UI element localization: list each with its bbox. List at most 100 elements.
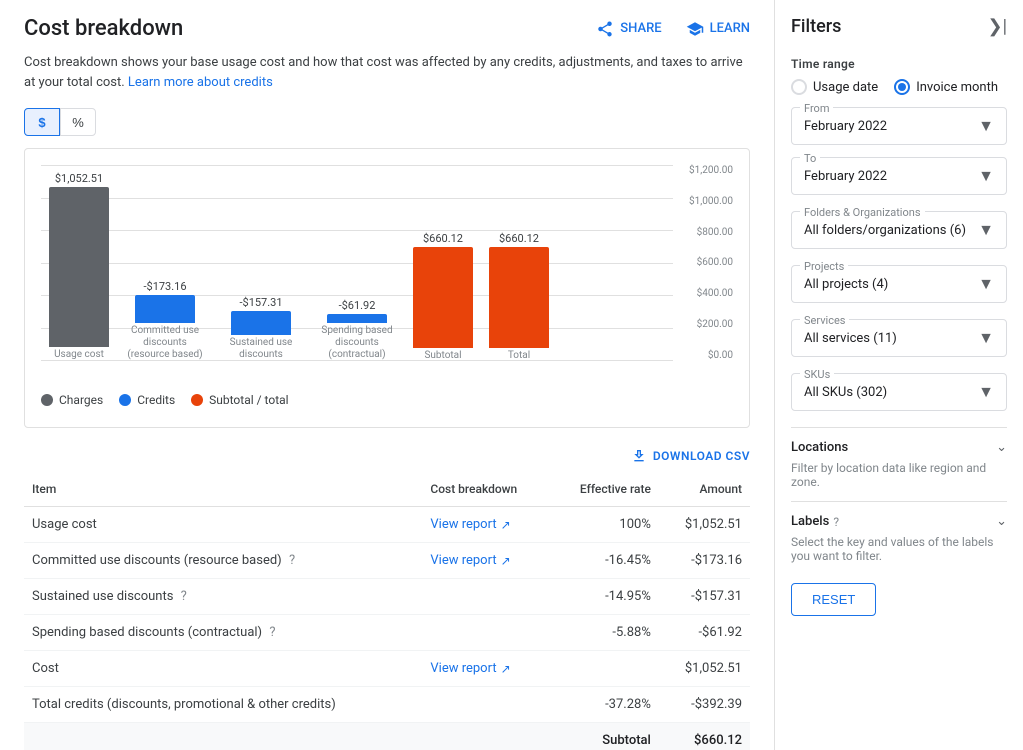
- services-chevron-icon: ▼: [978, 328, 994, 348]
- learn-button[interactable]: LEARN: [686, 20, 750, 38]
- help-icon-committed: ?: [289, 553, 295, 568]
- from-dropdown[interactable]: February 2022 ▼: [804, 116, 994, 136]
- locations-desc: Filter by location data like region and …: [791, 461, 1007, 489]
- credits-label: Credits: [137, 393, 175, 407]
- usage-date-circle: [791, 79, 807, 95]
- table-row: Cost View report ↗ $1,052.51: [24, 651, 750, 687]
- cost-table: Item Cost breakdown Effective rate Amoun…: [24, 472, 750, 750]
- invoice-month-label: Invoice month: [916, 80, 998, 95]
- y-axis: $1,200.00 $1,000.00 $800.00 $600.00 $400…: [677, 165, 733, 385]
- folders-chevron-icon: ▼: [978, 220, 994, 240]
- close-sidebar-button[interactable]: ❯|: [988, 16, 1007, 37]
- view-report-link-2[interactable]: View report ↗: [430, 553, 510, 568]
- download-label: DOWNLOAD CSV: [653, 449, 750, 463]
- rate-committed: -16.45%: [551, 543, 659, 579]
- amount-sustained: -$157.31: [659, 579, 750, 615]
- cb-usage-cost: View report ↗: [422, 507, 550, 543]
- page-title: Cost breakdown: [24, 16, 183, 41]
- amount-spending: -$61.92: [659, 615, 750, 651]
- bar-usage-cost-fill: [49, 187, 109, 347]
- to-label: To: [800, 152, 820, 165]
- projects-dropdown[interactable]: All projects (4) ▼: [804, 274, 994, 294]
- subtotal-label: Subtotal: [551, 723, 659, 750]
- subtotal-empty-1: [24, 723, 422, 750]
- cb-sustained: [422, 579, 550, 615]
- locations-chevron-icon: ⌄: [996, 440, 1007, 455]
- bar-sustained: -$157.31 Sustained use discounts: [221, 296, 301, 361]
- learn-more-link[interactable]: Learn more about credits: [128, 75, 273, 90]
- bar-committed: -$173.16 Committed use discounts (resour…: [125, 280, 205, 361]
- chart-container: $1,052.51 Usage cost -$173.16 Committed …: [24, 148, 750, 428]
- col-cost-breakdown: Cost breakdown: [422, 472, 550, 507]
- usage-date-label: Usage date: [813, 80, 878, 95]
- rate-cost: [551, 651, 659, 687]
- y-label-1000: $1,000.00: [689, 196, 733, 207]
- to-dropdown[interactable]: February 2022 ▼: [804, 166, 994, 186]
- item-cost: Cost: [24, 651, 422, 687]
- to-dropdown-wrapper: To February 2022 ▼: [791, 157, 1007, 195]
- col-amount: Amount: [659, 472, 750, 507]
- col-effective-rate: Effective rate: [551, 472, 659, 507]
- folders-dropdown[interactable]: All folders/organizations (6) ▼: [804, 220, 994, 240]
- bar-sustained-fill: [231, 311, 291, 335]
- view-report-link-3[interactable]: View report ↗: [430, 661, 510, 676]
- folders-section: Folders & Organizations All folders/orga…: [791, 211, 1007, 249]
- cb-total-credits: [422, 687, 550, 723]
- help-icon-sustained: ?: [181, 589, 187, 604]
- download-row: DOWNLOAD CSV: [24, 448, 750, 464]
- services-section: Services All services (11) ▼: [791, 319, 1007, 357]
- bar-total: $660.12 Total: [489, 232, 549, 361]
- invoice-month-radio[interactable]: Invoice month: [894, 79, 998, 95]
- table-row: Sustained use discounts ? -14.95% -$157.…: [24, 579, 750, 615]
- bar-spending-fill: [327, 314, 387, 323]
- labels-help-icon: ?: [833, 515, 839, 529]
- locations-label: Locations: [791, 440, 848, 455]
- bar-total-fill: [489, 247, 549, 348]
- download-csv-button[interactable]: DOWNLOAD CSV: [631, 448, 750, 464]
- sidebar-header: Filters ❯|: [791, 16, 1007, 37]
- y-label-200: $200.00: [697, 319, 733, 330]
- main-content: Cost breakdown SHARE LEARN Cost breakdow…: [0, 0, 775, 750]
- chart-legend: Charges Credits Subtotal / total: [41, 393, 733, 407]
- labels-section: Labels ? ⌄ Select the key and values of …: [791, 501, 1007, 563]
- legend-subtotal: Subtotal / total: [191, 393, 288, 407]
- rate-usage-cost: 100%: [551, 507, 659, 543]
- locations-header[interactable]: Locations ⌄: [791, 440, 1007, 455]
- from-label: From: [800, 102, 833, 115]
- projects-dropdown-wrapper: Projects All projects (4) ▼: [791, 265, 1007, 303]
- subtotal-empty-2: [422, 723, 550, 750]
- invoice-month-circle: [894, 79, 910, 95]
- bar-subtotal: $660.12 Subtotal: [413, 232, 473, 361]
- skus-value: All SKUs (302): [804, 385, 887, 400]
- subtotal-label: Subtotal / total: [209, 393, 288, 407]
- dollar-toggle[interactable]: $: [24, 108, 60, 136]
- skus-dropdown[interactable]: All SKUs (302) ▼: [804, 382, 994, 402]
- folders-value: All folders/organizations (6): [804, 223, 966, 238]
- download-icon: [631, 448, 647, 464]
- share-button[interactable]: SHARE: [596, 20, 661, 38]
- legend-charges: Charges: [41, 393, 103, 407]
- percent-toggle[interactable]: %: [60, 108, 96, 136]
- time-range-section: Time range Usage date Invoice month From…: [791, 57, 1007, 195]
- legend-credits: Credits: [119, 393, 175, 407]
- folders-label: Folders & Organizations: [800, 206, 925, 219]
- currency-toggle: $ %: [24, 108, 750, 136]
- reset-button[interactable]: RESET: [791, 583, 876, 616]
- amount-cost: $1,052.51: [659, 651, 750, 687]
- item-usage-cost: Usage cost: [24, 507, 422, 543]
- labels-header[interactable]: Labels ? ⌄: [791, 514, 1007, 529]
- projects-chevron-icon: ▼: [978, 274, 994, 294]
- view-report-link[interactable]: View report ↗: [430, 517, 510, 532]
- share-label: SHARE: [620, 21, 661, 36]
- rate-total-credits: -37.28%: [551, 687, 659, 723]
- services-dropdown[interactable]: All services (11) ▼: [804, 328, 994, 348]
- help-icon-spending: ?: [269, 625, 275, 640]
- table-row: Committed use discounts (resource based)…: [24, 543, 750, 579]
- skus-label: SKUs: [800, 368, 834, 381]
- filters-sidebar: Filters ❯| Time range Usage date Invoice…: [775, 0, 1023, 750]
- y-label-600: $600.00: [697, 257, 733, 268]
- description: Cost breakdown shows your base usage cos…: [24, 53, 750, 92]
- usage-date-radio[interactable]: Usage date: [791, 79, 878, 95]
- projects-value: All projects (4): [804, 277, 888, 292]
- rate-spending: -5.88%: [551, 615, 659, 651]
